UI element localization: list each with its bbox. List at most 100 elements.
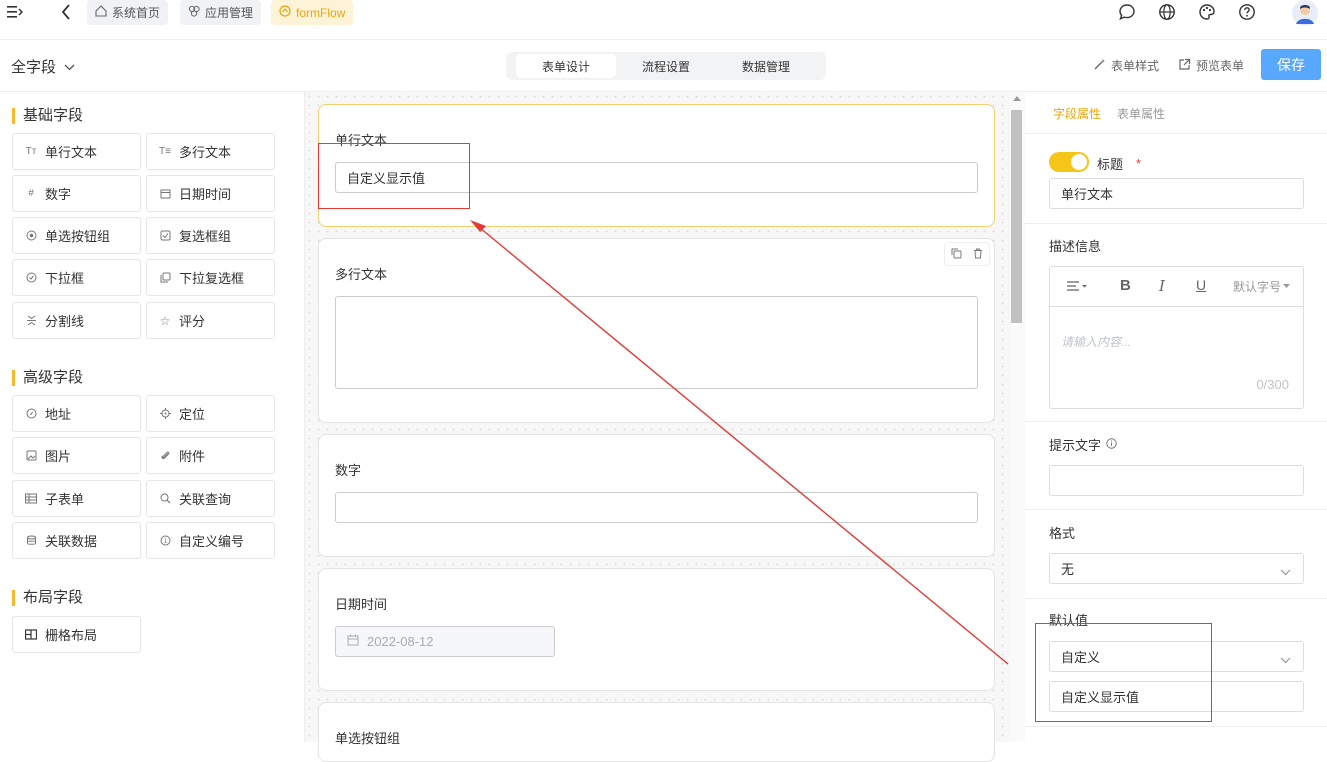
field-label: 数字: [45, 187, 72, 202]
field-single-line-text[interactable]: Tт 单行文本: [12, 133, 141, 170]
field-multi-line-text[interactable]: T≡ 多行文本: [146, 133, 275, 170]
title-label: 标题 *: [1097, 154, 1141, 173]
form-field-card-multi-line[interactable]: 多行文本: [318, 238, 995, 423]
align-icon[interactable]: [1066, 279, 1088, 295]
tab-field-properties[interactable]: 字段属性: [1053, 105, 1101, 122]
home-icon: [95, 5, 107, 20]
field-checkbox-group[interactable]: 复选框组: [146, 217, 275, 254]
field-attachment[interactable]: 附件: [146, 437, 275, 474]
title-toggle[interactable]: [1049, 152, 1089, 172]
card-label: 多行文本: [335, 267, 388, 282]
divider-icon: [25, 315, 37, 326]
underline-icon[interactable]: U: [1196, 277, 1206, 293]
properties-panel: 字段属性 表单属性 标题 * 单行文本 描述信息 B I U 默认字号 请输入内…: [1025, 92, 1327, 742]
group-title-basic: 基础字段: [12, 108, 83, 124]
field-datetime[interactable]: 日期时间: [146, 175, 275, 212]
preview-form-label: 预览表单: [1196, 59, 1245, 73]
tab-flow-settings[interactable]: 流程设置: [616, 54, 716, 78]
properties-tabs: 字段属性 表单属性: [1025, 92, 1327, 134]
card-label: 数字: [335, 463, 362, 478]
tab-home[interactable]: 系统首页: [87, 0, 169, 25]
default-value-label: 默认值: [1049, 613, 1089, 628]
field-related-query[interactable]: 关联查询: [146, 480, 275, 517]
location-icon: [159, 408, 171, 419]
field-dropdown[interactable]: 下拉框: [12, 259, 141, 296]
form-field-card-single-line[interactable]: 单行文本 自定义显示值: [318, 104, 995, 227]
trash-icon[interactable]: [973, 247, 983, 262]
field-number[interactable]: # 数字: [12, 175, 141, 212]
field-image[interactable]: 图片: [12, 437, 141, 474]
canvas-scrollbar[interactable]: [1009, 92, 1025, 742]
hint-label: 提示文字: [1049, 435, 1117, 454]
globe-icon[interactable]: [1157, 0, 1177, 24]
copy-icon[interactable]: [951, 247, 962, 262]
field-selector-label: 全字段: [11, 59, 57, 76]
checkbox-icon: [159, 230, 171, 241]
field-location[interactable]: 定位: [146, 395, 275, 432]
info-icon[interactable]: [1106, 437, 1117, 452]
radio-icon: [25, 230, 37, 241]
field-label: 多行文本: [179, 145, 232, 160]
scrollbar-thumb[interactable]: [1011, 110, 1022, 323]
font-size-select[interactable]: 默认字号: [1233, 278, 1291, 295]
tab-data-management[interactable]: 数据管理: [716, 54, 816, 78]
datetime-input[interactable]: 2022-08-12: [335, 626, 555, 657]
help-icon[interactable]: [1237, 0, 1257, 24]
card-toolbar: [944, 242, 990, 266]
palette-icon[interactable]: [1197, 0, 1217, 24]
default-mode-select[interactable]: 自定义: [1049, 641, 1304, 672]
svg-text:1: 1: [163, 538, 167, 545]
tab-apps-label: 应用管理: [205, 6, 254, 20]
tab-form-design[interactable]: 表单设计: [516, 54, 616, 78]
single-line-input[interactable]: 自定义显示值: [335, 162, 978, 193]
form-field-card-number[interactable]: 数字: [318, 434, 995, 557]
chevron-left-icon[interactable]: [58, 0, 74, 24]
card-label: 日期时间: [335, 597, 388, 612]
field-selector[interactable]: 全字段: [11, 56, 75, 77]
title-input[interactable]: 单行文本: [1049, 178, 1304, 209]
field-multi-dropdown[interactable]: 下拉复选框: [146, 259, 275, 296]
field-custom-serial[interactable]: 1 自定义编号: [146, 522, 275, 559]
field-grid-layout[interactable]: 栅格布局: [12, 616, 141, 653]
calendar-icon: [347, 634, 359, 649]
format-select[interactable]: 无: [1049, 553, 1304, 584]
bold-icon[interactable]: B: [1120, 277, 1131, 294]
form-field-card-datetime[interactable]: 日期时间 2022-08-12: [318, 568, 995, 691]
designer-tabs: 表单设计 流程设置 数据管理: [506, 52, 826, 80]
hint-input[interactable]: [1049, 465, 1304, 496]
datetime-value: 2022-08-12: [367, 634, 434, 649]
form-style-button[interactable]: 表单样式: [1093, 57, 1159, 74]
save-button[interactable]: 保存: [1261, 49, 1321, 80]
chevron-down-icon: [64, 58, 75, 75]
grid-layout-icon: [25, 629, 37, 640]
form-field-card-radio[interactable]: 单选按钮组: [318, 702, 995, 762]
field-related-data[interactable]: 关联数据: [12, 522, 141, 559]
preview-form-button[interactable]: 预览表单: [1178, 57, 1244, 74]
scroll-up-arrow[interactable]: [1013, 96, 1021, 101]
title-label-text: 标题: [1097, 157, 1124, 172]
dropdown-icon: [25, 272, 37, 283]
field-rating[interactable]: ☆ 评分: [146, 302, 275, 339]
number-input[interactable]: [335, 492, 978, 523]
tab-formflow[interactable]: formFlow: [271, 0, 354, 25]
description-label: 描述信息: [1049, 239, 1102, 254]
menu-collapse-icon[interactable]: [6, 0, 24, 24]
avatar[interactable]: [1291, 0, 1319, 26]
description-editor[interactable]: B I U 默认字号 请输入内容... 0/300: [1049, 266, 1304, 409]
tab-form-properties[interactable]: 表单属性: [1117, 105, 1165, 122]
field-label: 自定义编号: [179, 534, 245, 549]
field-label: 栅格布局: [45, 628, 98, 643]
multi-line-textarea[interactable]: [335, 296, 978, 389]
field-radio-group[interactable]: 单选按钮组: [12, 217, 141, 254]
field-subform[interactable]: 子表单: [12, 480, 141, 517]
star-icon: ☆: [159, 313, 171, 328]
field-divider[interactable]: 分割线: [12, 302, 141, 339]
divider: [1025, 598, 1327, 599]
message-icon[interactable]: [1117, 0, 1137, 24]
field-address[interactable]: 地址: [12, 395, 141, 432]
format-label: 格式: [1049, 526, 1076, 541]
default-value-input[interactable]: 自定义显示值: [1049, 681, 1304, 712]
tab-apps[interactable]: 应用管理: [180, 0, 262, 25]
group-title-advanced: 高级字段: [12, 370, 83, 386]
italic-icon[interactable]: I: [1159, 277, 1165, 295]
